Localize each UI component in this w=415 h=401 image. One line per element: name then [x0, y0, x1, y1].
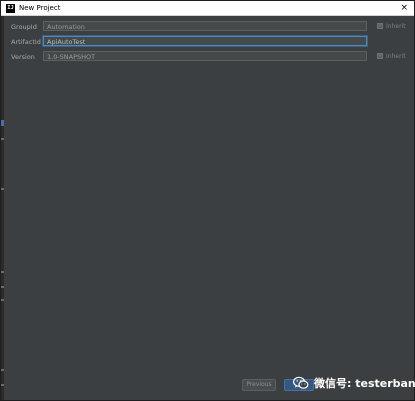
edge-marker: [1, 188, 4, 190]
left-edge-strip: [1, 16, 4, 400]
groupid-field[interactable]: Automation: [43, 21, 367, 31]
title-bar[interactable]: IJ New Project ×: [1, 1, 414, 16]
groupid-row: GroupId Automation ✓ Inherit: [1, 21, 414, 33]
wechat-icon: [293, 376, 309, 389]
close-button[interactable]: ×: [400, 1, 408, 15]
version-label: Version: [11, 53, 35, 61]
version-inherit-label: Inherit: [386, 53, 406, 60]
edge-marker: [1, 120, 4, 126]
edge-marker: [1, 384, 4, 386]
intellij-icon: IJ: [6, 4, 15, 13]
window-title: New Project: [19, 4, 61, 12]
version-row: Version 1.0-SNAPSHOT ✓ Inherit: [1, 51, 414, 63]
watermark: 微信号: testerbang: [293, 374, 415, 392]
watermark-text: 微信号: testerbang: [314, 377, 415, 390]
edge-marker: [1, 271, 4, 273]
edge-marker: [1, 369, 4, 371]
groupid-inherit-label: Inherit: [386, 23, 406, 30]
groupid-inherit-checkbox[interactable]: ✓: [377, 23, 383, 29]
groupid-label: GroupId: [11, 23, 37, 31]
version-inherit-checkbox[interactable]: ✓: [377, 53, 383, 59]
artifactid-row: ArtifactId ApiAutoTest: [1, 36, 414, 48]
artifactid-label: ArtifactId: [11, 38, 41, 46]
edge-marker: [1, 286, 4, 288]
previous-button[interactable]: Previous: [242, 379, 276, 391]
edge-marker: [1, 138, 4, 140]
version-field[interactable]: 1.0-SNAPSHOT: [43, 51, 367, 61]
new-project-dialog: IJ New Project × GroupId Automation ✓ In…: [0, 0, 415, 401]
artifactid-field[interactable]: ApiAutoTest: [43, 36, 367, 46]
edge-marker: [1, 299, 4, 301]
